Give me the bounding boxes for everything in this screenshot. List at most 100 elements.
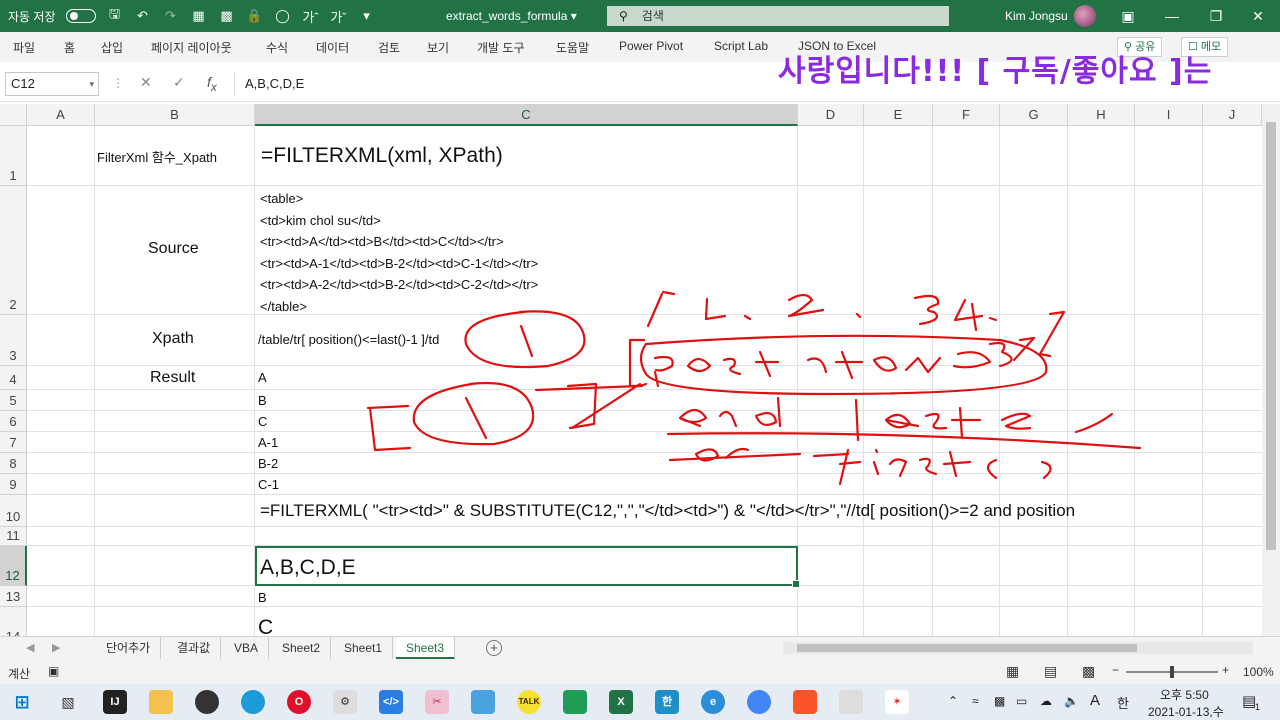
print-preview-icon[interactable]: ▦ — [190, 7, 208, 25]
chevron-down-icon[interactable]: ▾ — [89, 73, 94, 95]
page-layout-view-icon[interactable]: ▤ — [1044, 663, 1057, 680]
horizontal-scrollbar-thumb[interactable] — [797, 644, 1137, 652]
jetbrains-icon[interactable]: IJ — [103, 690, 127, 714]
cell-c1[interactable]: =FILTERXML(xml, XPath) — [261, 144, 503, 168]
sheet-tab-vba[interactable]: VBA — [224, 637, 270, 659]
hangul-icon[interactable]: 한 — [655, 690, 679, 714]
pin-app-icon[interactable]: ✶ — [885, 690, 909, 714]
cell-c10[interactable]: =FILTERXML( "<tr><td>" & SUBSTITUTE(C12,… — [260, 501, 1260, 521]
redo-icon[interactable]: ↷ — [162, 7, 180, 25]
tab-home[interactable]: 홈 — [64, 39, 75, 56]
shapes-icon[interactable]: ◯ — [274, 7, 292, 25]
opera-icon[interactable]: O — [287, 690, 311, 714]
column-header-d[interactable]: D — [798, 104, 864, 126]
row-header-13[interactable]: 13 — [0, 586, 27, 607]
save-icon[interactable]: 🖫 — [106, 6, 124, 25]
spreadsheet-grid[interactable]: A B C D E F G H I J 1 2 3 4 5 6 7 8 9 10… — [0, 104, 1262, 636]
snip-icon[interactable]: ✂ — [425, 690, 449, 714]
tab-power-pivot[interactable]: Power Pivot — [619, 39, 683, 53]
row-header-5[interactable]: 5 — [0, 390, 27, 411]
user-name[interactable]: Kim Jongsu — [1005, 0, 1068, 32]
chart-app-icon[interactable] — [563, 690, 587, 714]
tab-review[interactable]: 검토 — [378, 39, 400, 56]
prev-sheet-icon[interactable]: ◀ — [26, 641, 34, 654]
column-header-f[interactable]: F — [933, 104, 1000, 126]
edge-icon[interactable] — [241, 690, 265, 714]
select-all-corner[interactable] — [0, 104, 27, 126]
tab-data[interactable]: 데이터 — [316, 39, 349, 56]
avatar[interactable] — [1074, 5, 1096, 27]
next-sheet-icon[interactable]: ▶ — [52, 641, 60, 654]
column-header-e[interactable]: E — [864, 104, 933, 126]
sheet-tab-sheet2[interactable]: Sheet2 — [272, 637, 332, 659]
tab-view[interactable]: 보기 — [427, 39, 449, 56]
zoom-out-icon[interactable]: − — [1112, 663, 1119, 677]
brave-icon[interactable] — [793, 690, 817, 714]
tab-formulas[interactable]: 수식 — [266, 39, 288, 56]
app-icon[interactable] — [839, 690, 863, 714]
row-header-8[interactable]: 8 — [0, 453, 27, 474]
cell-c2[interactable]: <table> <td>kim chol su</td> <tr><td>A</… — [260, 188, 538, 317]
vertical-scrollbar[interactable] — [1262, 104, 1280, 636]
row-header-6[interactable]: 6 — [0, 411, 27, 432]
column-header-h[interactable]: H — [1068, 104, 1135, 126]
column-header-b[interactable]: B — [95, 104, 255, 126]
tray-chevron-icon[interactable]: ⌃ — [948, 694, 958, 708]
excel-icon[interactable]: X — [609, 690, 633, 714]
settings-app-icon[interactable]: ⚙ — [333, 690, 357, 714]
normal-view-icon[interactable]: ▦ — [1006, 663, 1019, 680]
horizontal-scrollbar[interactable] — [783, 642, 1253, 654]
tab-help[interactable]: 도움말 — [556, 39, 589, 56]
undo-icon[interactable]: ↶ — [134, 7, 152, 25]
zoom-slider-handle[interactable] — [1170, 666, 1174, 678]
cell-c8[interactable]: B-2 — [258, 456, 278, 471]
tab-file[interactable]: 파일 — [13, 39, 35, 56]
row-header-2[interactable]: 2 — [0, 186, 27, 315]
cell-c3[interactable]: /table/tr[ position()<=last()-1 ]/td — [258, 332, 439, 347]
file-explorer-icon[interactable] — [149, 690, 173, 714]
column-header-i[interactable]: I — [1135, 104, 1203, 126]
row-header-14[interactable]: 14 — [0, 607, 27, 636]
row-header-9[interactable]: 9 — [0, 474, 27, 495]
chrome-icon[interactable] — [747, 690, 771, 714]
clock-date[interactable]: 2021-01-13,수 — [1148, 703, 1224, 720]
cell-b1[interactable]: FilterXml 함수_Xpath — [97, 147, 217, 166]
zoom-level[interactable]: 100% — [1243, 665, 1274, 679]
row-header-10[interactable]: 10 — [0, 495, 27, 527]
cell-c7[interactable]: A-1 — [258, 435, 278, 450]
cloud-icon[interactable]: ☁ — [1040, 694, 1052, 708]
tab-developer[interactable]: 개발 도구 — [477, 39, 525, 56]
network-icon[interactable]: ▩ — [994, 694, 1005, 708]
row-header-11[interactable]: 11 — [0, 527, 27, 546]
row-header-4[interactable]: 4 — [0, 366, 27, 390]
customize-toolbar-icon[interactable]: ▾ — [358, 7, 376, 25]
enter-icon[interactable]: ✓ — [173, 74, 185, 91]
cell-c5[interactable]: B — [258, 393, 267, 408]
row-header-1[interactable]: 1 — [0, 126, 27, 186]
column-header-j[interactable]: J — [1203, 104, 1262, 126]
file-name[interactable]: extract_words_formula ▾ — [446, 0, 577, 32]
cell-c6[interactable]: C — [258, 414, 267, 429]
row-header-3[interactable]: 3 — [0, 315, 27, 366]
ribbon-display-icon[interactable]: ▣ — [1106, 0, 1150, 32]
windows-start-icon[interactable]: ⊞ — [10, 690, 34, 714]
internet-explorer-icon[interactable]: e — [701, 690, 725, 714]
tab-script-lab[interactable]: Script Lab — [714, 39, 768, 53]
sheet-tab-sheet3[interactable]: Sheet3 — [396, 637, 456, 659]
search-box[interactable]: ⚲ 검색 — [607, 6, 949, 26]
macro-record-icon[interactable]: ▣ — [48, 664, 59, 678]
cell-c9[interactable]: C-1 — [258, 477, 279, 492]
form-icon[interactable]: ▩ — [218, 7, 236, 25]
autosave-toggle[interactable] — [65, 9, 96, 23]
cell-b3[interactable]: Xpath — [152, 330, 194, 348]
cell-b2[interactable]: Source — [148, 240, 199, 258]
sheet-tab-sheet1[interactable]: Sheet1 — [334, 637, 394, 659]
page-break-view-icon[interactable]: ▩ — [1082, 663, 1095, 680]
tab-insert[interactable]: 삽입 — [101, 39, 123, 56]
zoom-in-icon[interactable]: + — [1222, 663, 1229, 677]
sheet-tab-results[interactable]: 결과값 — [167, 637, 222, 659]
cell-c13[interactable]: B — [258, 590, 267, 605]
vertical-scrollbar-thumb[interactable] — [1266, 122, 1276, 550]
add-sheet-icon[interactable]: + — [486, 640, 502, 656]
vscode-icon[interactable]: </> — [379, 690, 403, 714]
